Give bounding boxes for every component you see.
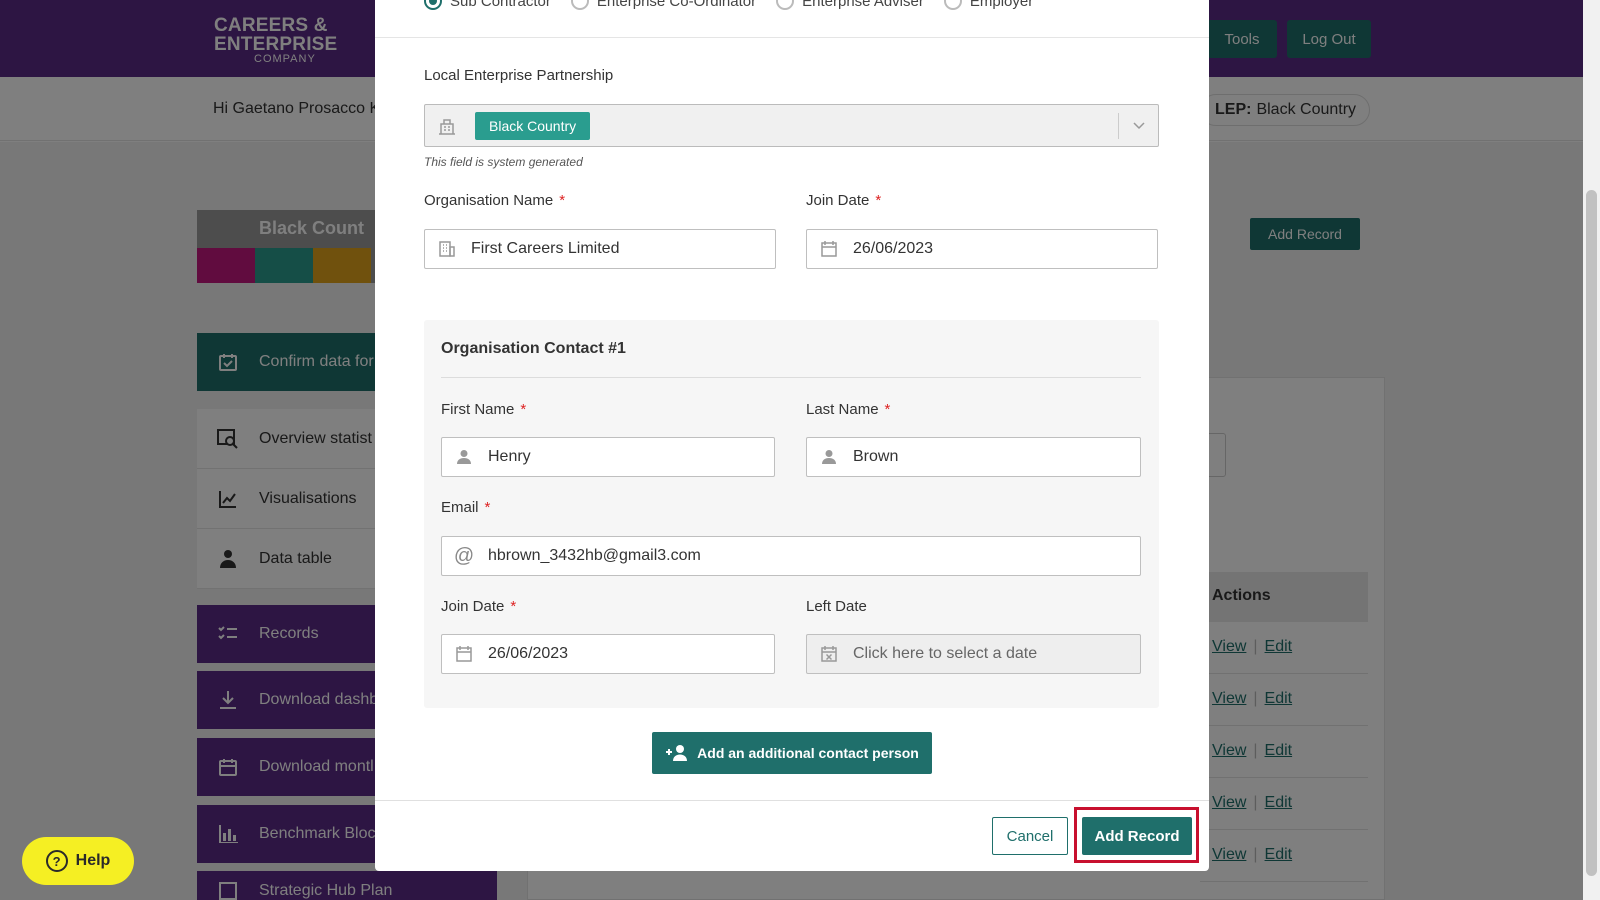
user-icon (454, 447, 474, 467)
add-user-icon (665, 744, 689, 762)
radio-sub-contractor[interactable]: Sub Contractor (424, 0, 551, 10)
radio-icon (776, 0, 795, 10)
last-name-input[interactable]: Brown (806, 437, 1141, 477)
radio-enterprise-adviser[interactable]: Enterprise Adviser (776, 0, 924, 10)
join-date-label: Join Date * (806, 192, 882, 209)
scrollbar-thumb[interactable] (1586, 190, 1597, 876)
email-label: Email * (441, 499, 491, 516)
add-contact-button[interactable]: Add an additional contact person (652, 732, 932, 774)
org-name-label: Organisation Name * (424, 192, 566, 209)
first-name-input[interactable]: Henry (441, 437, 775, 477)
chevron-down-icon[interactable] (1118, 113, 1158, 139)
help-button[interactable]: ? Help (22, 837, 134, 885)
contact-section-title: Organisation Contact #1 (441, 340, 626, 357)
contact-divider (441, 377, 1141, 378)
office-building-icon (437, 239, 457, 259)
last-name-label: Last Name * (806, 401, 891, 418)
radio-icon (943, 0, 962, 10)
left-date-input[interactable]: Click here to select a date (806, 634, 1141, 674)
radio-selected-icon (424, 0, 442, 10)
lep-helper-text: This field is system generated (424, 155, 583, 169)
calendar-icon (819, 239, 839, 259)
contact-join-date-input[interactable]: 26/06/2023 (441, 634, 775, 674)
modal-divider (375, 37, 1209, 38)
lep-select[interactable]: Black Country (424, 104, 1159, 147)
left-date-label: Left Date (806, 598, 867, 615)
building-icon (437, 116, 457, 136)
calendar-icon (454, 644, 474, 664)
add-record-button[interactable]: Add Record (1082, 817, 1192, 855)
user-icon (819, 447, 839, 467)
modal-footer-divider (375, 800, 1209, 801)
organisation-type-radio-group: Sub Contractor Enterprise Co-Ordinator E… (424, 0, 1053, 10)
question-icon: ? (45, 850, 68, 872)
cancel-button[interactable]: Cancel (992, 817, 1068, 855)
radio-employer[interactable]: Employer (943, 0, 1033, 10)
at-sign-icon: @ (453, 544, 475, 567)
radio-icon (570, 0, 589, 10)
lep-tag: Black Country (475, 111, 591, 140)
lep-section-label: Local Enterprise Partnership (424, 67, 614, 84)
contact-join-date-label: Join Date * (441, 598, 517, 615)
radio-enterprise-coordinator[interactable]: Enterprise Co-Ordinator (570, 0, 756, 10)
email-input[interactable]: @ hbrown_3432hb@gmail3.com (441, 536, 1141, 576)
org-name-input[interactable]: First Careers Limited (424, 229, 776, 269)
scrollbar[interactable] (1583, 0, 1600, 900)
calendar-x-icon (819, 644, 839, 664)
join-date-input[interactable]: 26/06/2023 (806, 229, 1158, 269)
first-name-label: First Name * (441, 401, 527, 418)
